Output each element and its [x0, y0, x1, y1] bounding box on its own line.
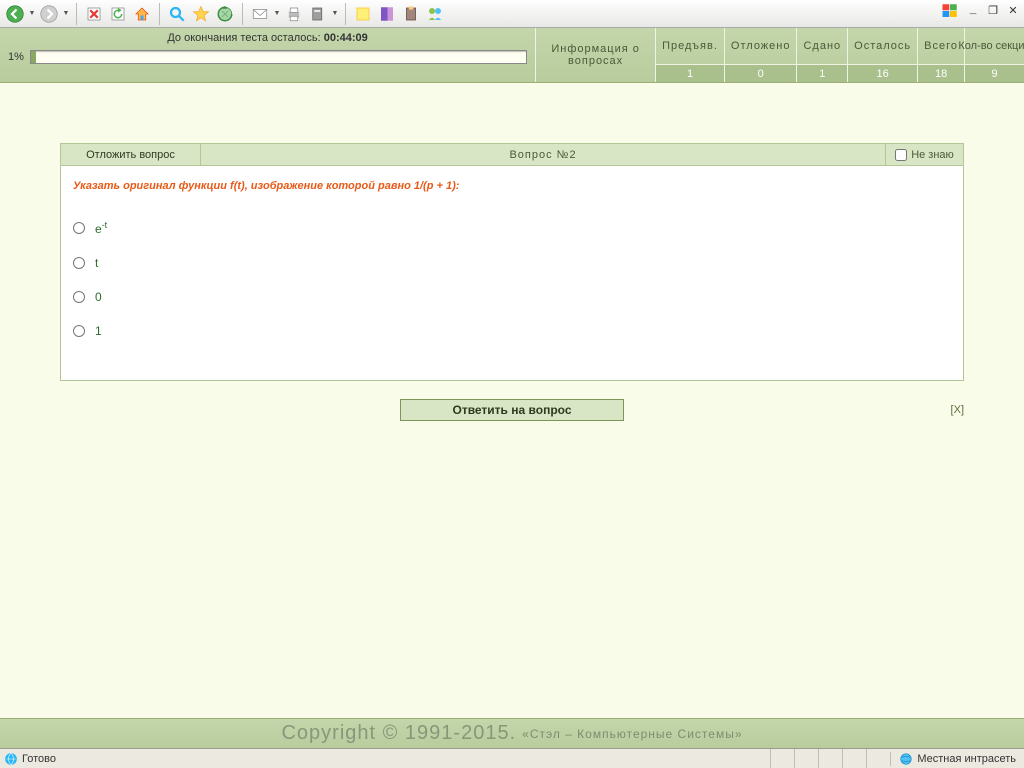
home-button[interactable] — [131, 3, 153, 25]
timer-label: До окончания теста осталось: 00:44:09 — [0, 28, 535, 44]
question-title: Вопрос №2 — [201, 144, 885, 165]
stats-value: 0 — [725, 64, 797, 82]
back-dropdown[interactable]: ▼ — [28, 10, 36, 17]
question-frame: Отложить вопрос Вопрос №2 Не знаю Указат… — [60, 143, 964, 381]
sections-label: Кол-во секций — [965, 28, 1024, 64]
submit-button[interactable]: Ответить на вопрос — [400, 399, 624, 421]
window-close[interactable]: ✕ — [1006, 4, 1020, 18]
option-c[interactable]: 0 — [73, 290, 951, 304]
sections-value: 9 — [965, 64, 1024, 82]
stats-label: Осталось — [848, 28, 917, 64]
stats-value: 18 — [918, 64, 964, 82]
stats-label: Отложено — [725, 28, 797, 64]
print-button[interactable] — [283, 3, 305, 25]
ie-icon — [4, 752, 18, 766]
stop-button[interactable] — [83, 3, 105, 25]
option-a[interactable]: e-t — [73, 220, 951, 236]
stats-label: Предъяв. — [656, 28, 724, 64]
windows-flag-icon — [940, 2, 960, 20]
history-button[interactable] — [214, 3, 236, 25]
postpone-button[interactable]: Отложить вопрос — [61, 144, 201, 165]
forward-button[interactable] — [38, 3, 60, 25]
back-button[interactable] — [4, 3, 26, 25]
browser-toolbar: ▼ ▼ ▼ ▼ — [0, 0, 1024, 28]
security-zone[interactable]: Местная интрасеть — [890, 752, 1024, 766]
stats-value: 1 — [797, 64, 847, 82]
globe-icon — [899, 752, 913, 766]
messenger-button[interactable] — [424, 3, 446, 25]
stats-label: Сдано — [797, 28, 847, 64]
status-bar: Готово Местная интрасеть — [0, 748, 1024, 768]
option-b[interactable]: t — [73, 256, 951, 270]
status-ready: Готово — [22, 753, 56, 765]
mail-dropdown[interactable]: ▼ — [273, 10, 281, 17]
favorites-button[interactable] — [190, 3, 212, 25]
test-header: До окончания теста осталось: 00:44:09 1%… — [0, 28, 1024, 83]
forward-dropdown[interactable]: ▼ — [62, 10, 70, 17]
copyright-bar: Copyright © 1991-2015. «Стэл – Компьютер… — [0, 718, 1024, 748]
close-question[interactable]: [X] — [951, 404, 964, 416]
note-button[interactable] — [352, 3, 374, 25]
clipboard-button[interactable] — [400, 3, 422, 25]
window-minimize[interactable]: _ — [966, 4, 980, 18]
research-button[interactable] — [376, 3, 398, 25]
refresh-button[interactable] — [107, 3, 129, 25]
search-button[interactable] — [166, 3, 188, 25]
mail-button[interactable] — [249, 3, 271, 25]
stats-label: Всего — [918, 28, 964, 64]
dontknow-toggle[interactable]: Не знаю — [885, 144, 963, 165]
stats-value: 16 — [848, 64, 917, 82]
progress-percent: 1% — [8, 51, 24, 63]
question-prompt: Указать оригинал функции f(t), изображен… — [73, 180, 951, 192]
info-header[interactable]: Информация о вопросах — [535, 28, 655, 82]
option-d[interactable]: 1 — [73, 324, 951, 338]
stats-value: 1 — [656, 64, 724, 82]
dontknow-checkbox[interactable] — [895, 149, 907, 161]
edit-dropdown[interactable]: ▼ — [331, 10, 339, 17]
edit-button[interactable] — [307, 3, 329, 25]
window-restore[interactable]: ❐ — [986, 4, 1000, 18]
progress-bar — [30, 50, 527, 64]
